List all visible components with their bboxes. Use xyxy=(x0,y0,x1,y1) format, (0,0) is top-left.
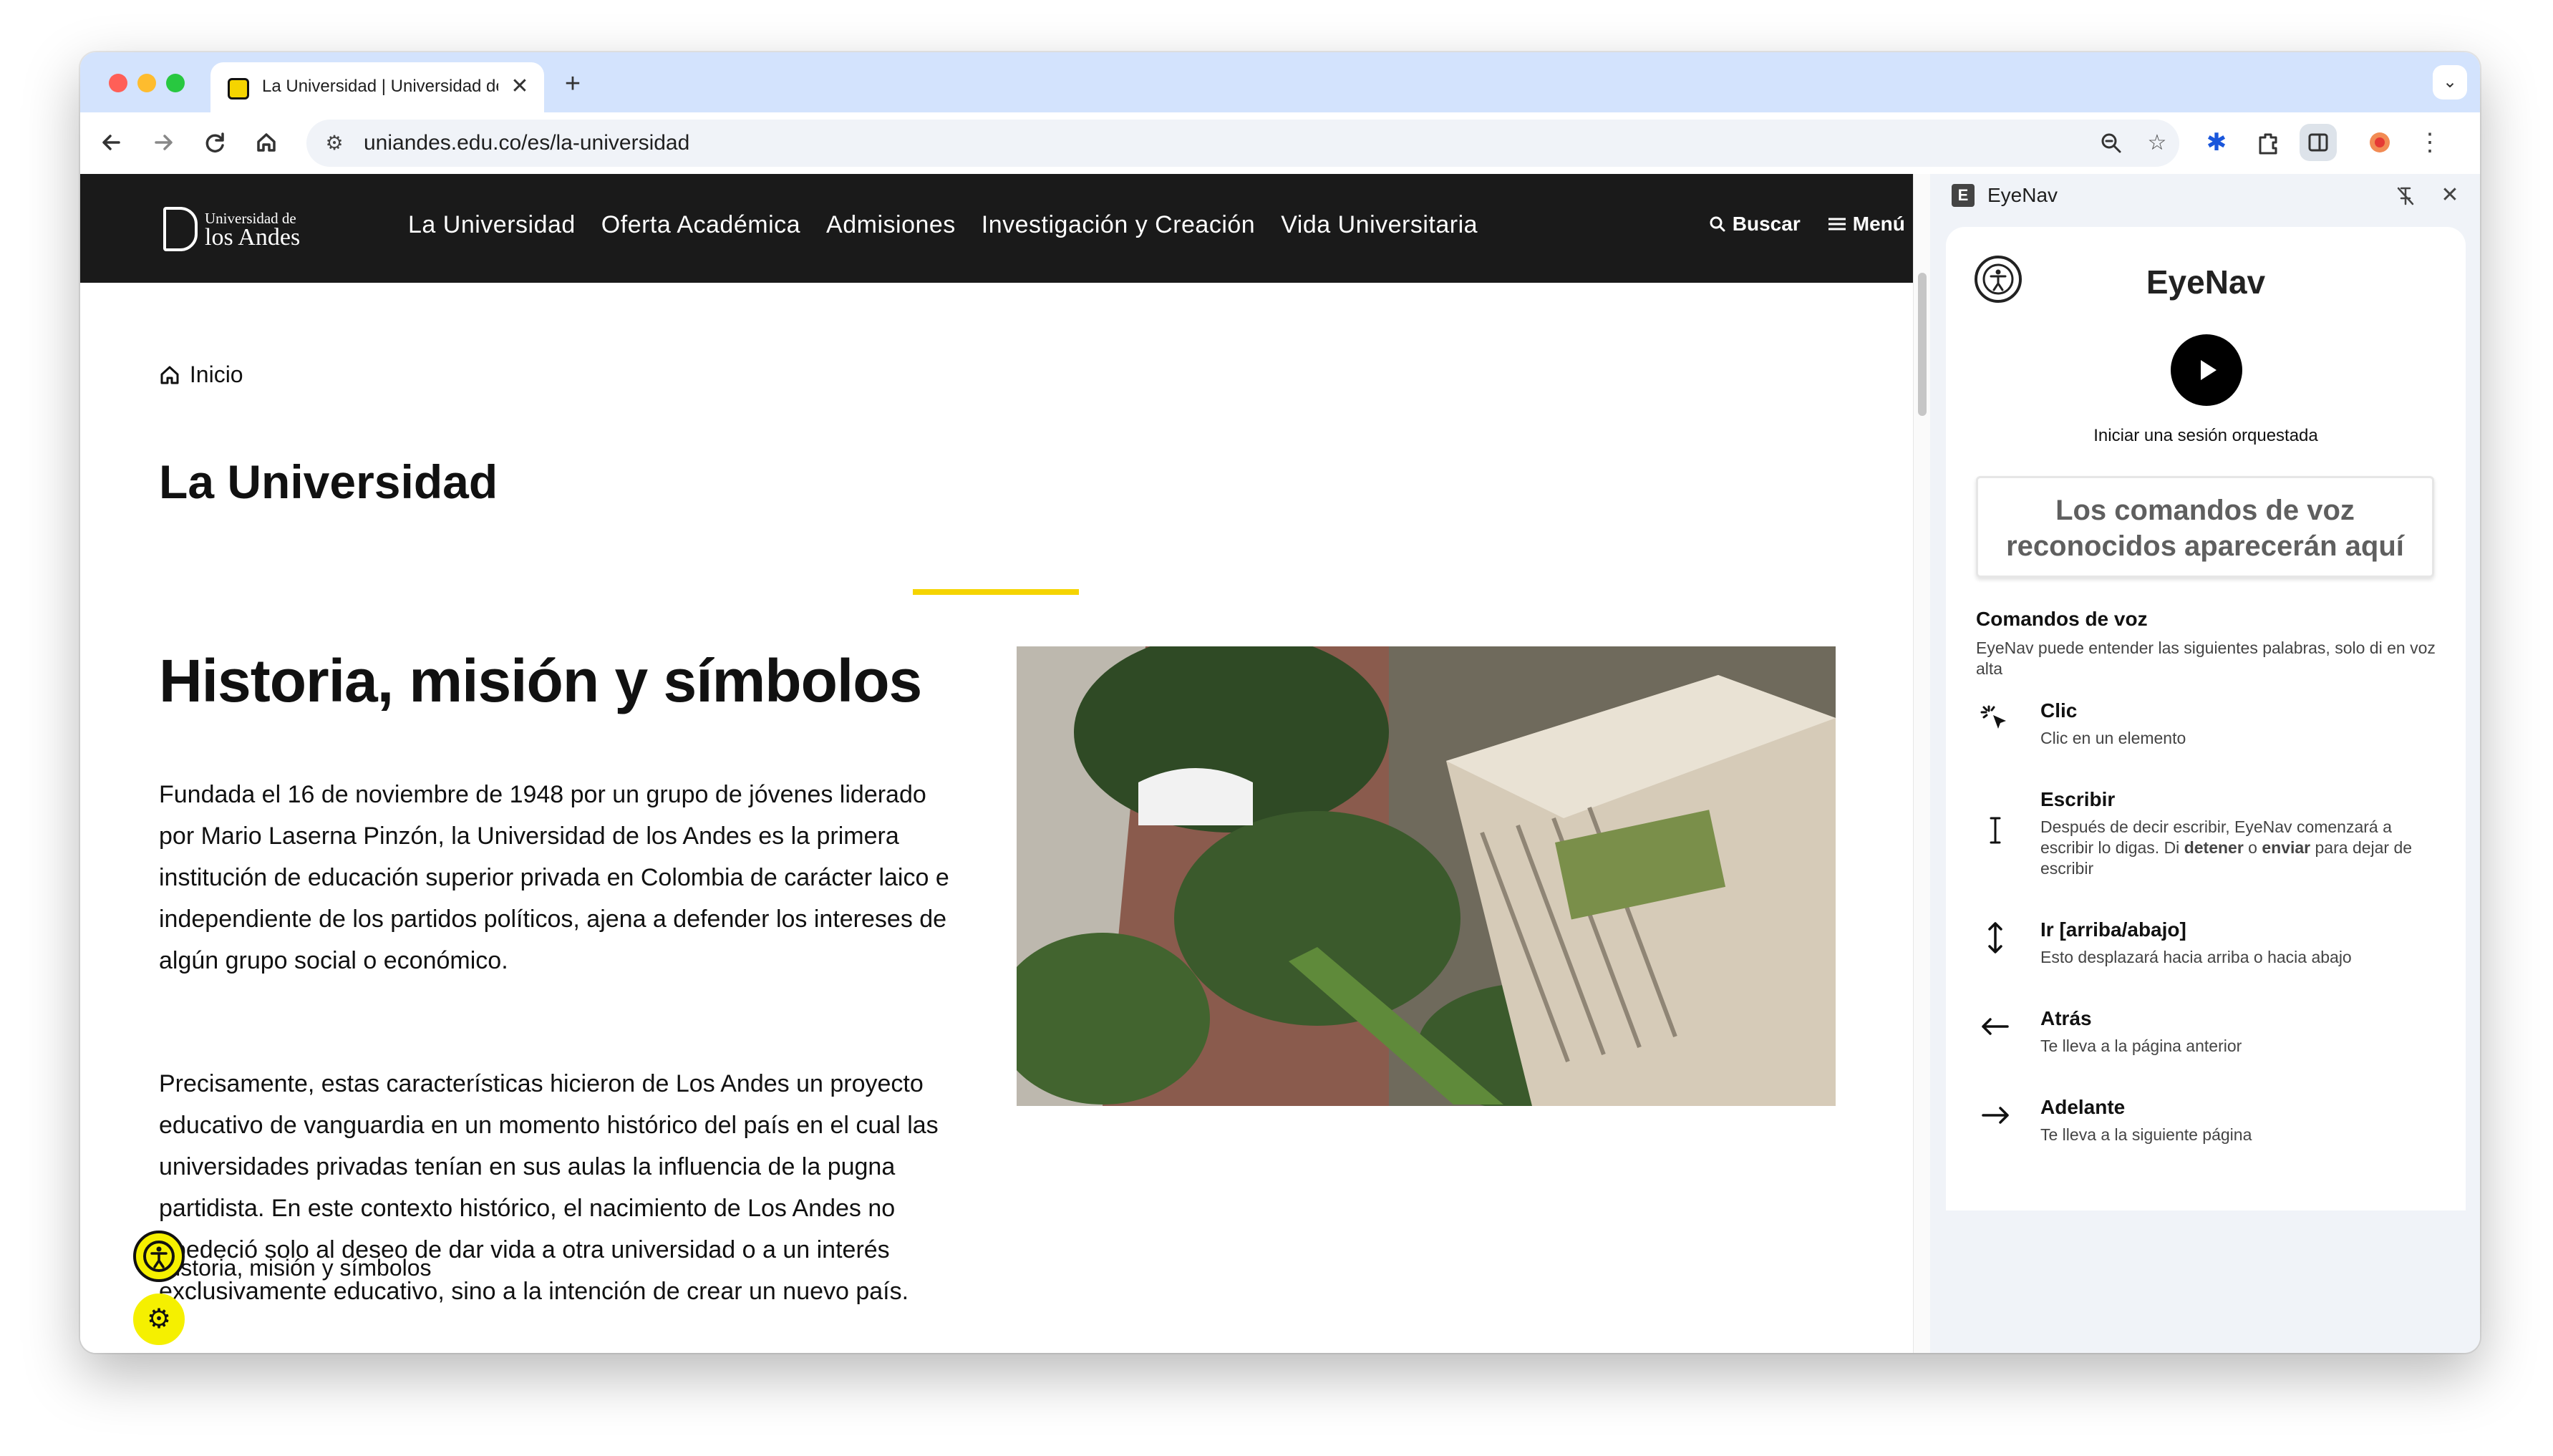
home-icon xyxy=(159,364,183,388)
nav-investigacion[interactable]: Investigación y Creación xyxy=(982,211,1255,239)
site-header: Universidad de los Andes La Universidad … xyxy=(80,174,1913,283)
address-bar[interactable]: ⚙ uniandes.edu.co/es/la-universidad ☆ xyxy=(306,120,2179,167)
breadcrumb-label: Inicio xyxy=(189,361,243,387)
tab-search-button[interactable]: ⌄ xyxy=(2433,65,2467,100)
gear-icon: ⚙ xyxy=(146,1304,172,1334)
command-desc: Esto desplazará hacia arriba o hacia aba… xyxy=(2040,948,2352,966)
session-label: Iniciar una sesión orquestada xyxy=(2093,426,2318,445)
campus-aerial-photo xyxy=(1017,646,1836,1106)
command-title: Escribir xyxy=(2040,788,2116,810)
command-title: Adelante xyxy=(2040,1096,2126,1118)
command-desc: Te lleva a la página anterior xyxy=(2040,1037,2242,1055)
browser-window: La Universidad | Universidad de los Ande… xyxy=(80,52,2480,1353)
play-icon xyxy=(2201,360,2217,380)
commands-description: EyeNav puede entender las siguientes pal… xyxy=(1976,639,2436,678)
forward-icon[interactable] xyxy=(145,124,182,161)
page-scrollbar[interactable] xyxy=(1913,174,1930,1353)
site-settings-icon[interactable]: ⚙ xyxy=(321,130,348,157)
command-desc: Después de decir escribir, EyeNav comenz… xyxy=(2040,817,2413,878)
eyenav-card: EyeNav Iniciar una sesión orquestada Los… xyxy=(1946,227,2466,1210)
settings-gear-button[interactable]: ⚙ xyxy=(133,1294,185,1345)
click-icon xyxy=(1976,699,2015,738)
accessibility-button[interactable] xyxy=(133,1231,185,1282)
back-icon[interactable] xyxy=(93,124,130,161)
extensions-icon[interactable] xyxy=(2249,124,2287,161)
command-desc: Clic en un elemento xyxy=(2040,729,2186,747)
command-title: Clic xyxy=(2040,699,2078,722)
voice-command-display: Los comandos de voz reconocidos aparecer… xyxy=(1976,476,2434,578)
eyenav-panel-logo-icon: E xyxy=(1952,184,1975,207)
side-panel-icon[interactable] xyxy=(2300,124,2337,161)
puzzle-extension-icon[interactable]: ✱ xyxy=(2198,124,2235,161)
tab-active[interactable]: La Universidad | Universidad de los Ande… xyxy=(210,62,544,112)
unpin-icon[interactable] xyxy=(2391,181,2420,210)
extension-title: EyeNav xyxy=(2146,263,2266,301)
web-page: Universidad de los Andes La Universidad … xyxy=(80,174,1913,1353)
profile-avatar-icon[interactable] xyxy=(2361,124,2398,161)
home-icon[interactable] xyxy=(248,124,285,161)
arrow-right-icon xyxy=(1976,1096,2015,1135)
close-window-button[interactable] xyxy=(109,74,127,92)
play-session-button[interactable] xyxy=(2171,334,2242,406)
close-panel-icon[interactable]: ✕ xyxy=(2436,181,2464,210)
page-title: La Universidad xyxy=(159,455,498,508)
search-icon xyxy=(1708,213,1733,235)
side-panel-title: EyeNav xyxy=(1987,184,2058,206)
logo-mark-icon xyxy=(163,207,198,251)
new-tab-button[interactable]: + xyxy=(558,69,587,98)
arrow-left-icon xyxy=(1976,1007,2015,1046)
tab-strip: La Universidad | Universidad de los Ande… xyxy=(80,52,2480,112)
bookmark-star-icon[interactable]: ☆ xyxy=(2141,127,2174,160)
text-cursor-icon xyxy=(1976,811,2015,850)
breadcrumb[interactable]: Inicio xyxy=(159,361,243,388)
tab-title: La Universidad | Universidad de los Ande… xyxy=(262,77,498,96)
subnav-history-link[interactable]: Historia, misión y símbolos xyxy=(159,1255,432,1281)
menu-button[interactable]: Menú xyxy=(1827,213,1905,236)
zoom-window-button[interactable] xyxy=(166,74,185,92)
zoom-icon[interactable] xyxy=(2095,127,2128,160)
command-desc: Te lleva a la siguiente página xyxy=(2040,1125,2252,1144)
nav-la-universidad[interactable]: La Universidad xyxy=(408,211,576,239)
url-text[interactable]: uniandes.edu.co/es/la-universidad xyxy=(364,131,689,155)
nav-oferta-academica[interactable]: Oferta Académica xyxy=(601,211,800,239)
search-label: Buscar xyxy=(1732,213,1801,235)
commands-heading: Comandos de voz xyxy=(1976,608,2148,630)
reload-icon[interactable] xyxy=(196,124,233,161)
nav-admisiones[interactable]: Admisiones xyxy=(826,211,956,239)
title-accent-bar xyxy=(913,589,1079,595)
main-nav: La Universidad Oferta Académica Admision… xyxy=(408,211,1478,239)
scrollbar-thumb[interactable] xyxy=(1918,273,1927,416)
logo-big-text: los Andes xyxy=(205,224,301,251)
hamburger-icon xyxy=(1827,213,1853,235)
up-down-arrow-icon xyxy=(1976,918,2015,957)
nav-vida-universitaria[interactable]: Vida Universitaria xyxy=(1281,211,1478,239)
search-button[interactable]: Buscar xyxy=(1708,213,1801,236)
browser-toolbar: ⚙ uniandes.edu.co/es/la-universidad ☆ ✱ … xyxy=(80,112,2480,174)
command-title: Ir [arriba/abajo] xyxy=(2040,918,2186,941)
side-panel-header: E EyeNav ✕ xyxy=(1930,174,2480,220)
side-panel: E EyeNav ✕ EyeNav Iniciar una sesión orq… xyxy=(1930,174,2480,1353)
site-favicon-icon xyxy=(228,78,249,100)
university-logo[interactable]: Universidad de los Andes xyxy=(163,207,306,256)
section-title: Historia, misión y símbolos xyxy=(159,647,922,714)
command-title: Atrás xyxy=(2040,1007,2092,1029)
menu-label: Menú xyxy=(1852,213,1905,235)
minimize-window-button[interactable] xyxy=(137,74,156,92)
tab-close-icon[interactable]: ✕ xyxy=(507,74,533,100)
paragraph-history: Fundada el 16 de noviembre de 1948 por u… xyxy=(159,781,949,974)
more-menu-icon[interactable]: ⋮ xyxy=(2411,124,2448,161)
